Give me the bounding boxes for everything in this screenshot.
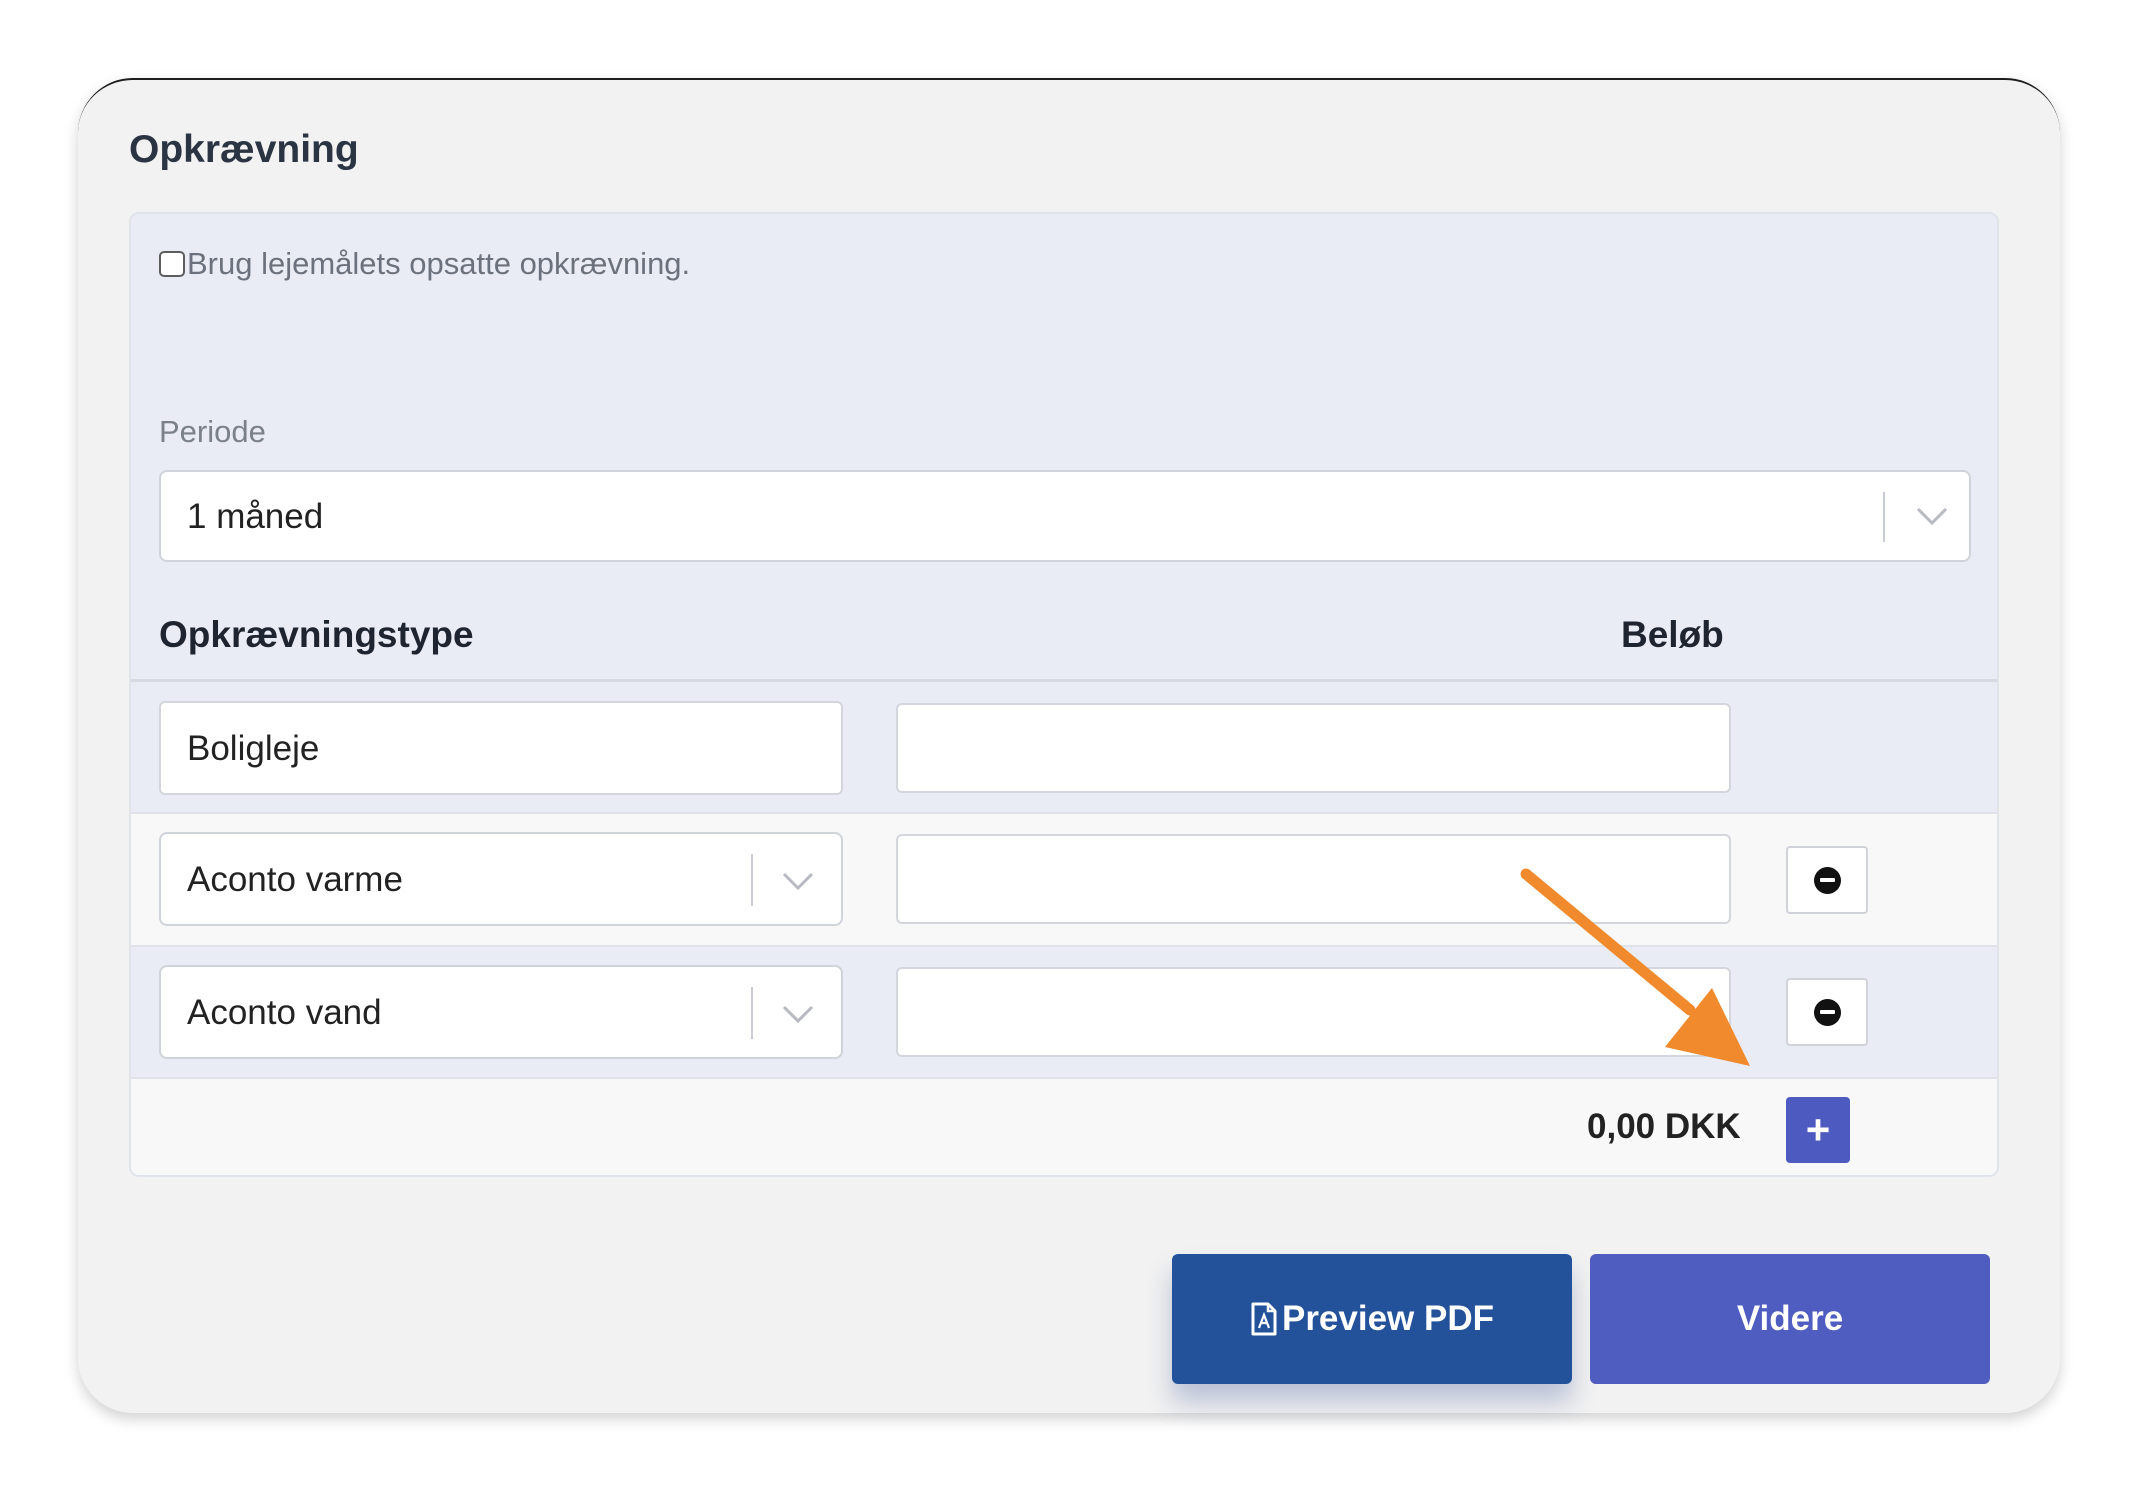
add-row-button[interactable]: +: [1786, 1097, 1850, 1163]
charge-type-input[interactable]: Boligleje: [159, 701, 843, 795]
select-separator: [751, 854, 753, 906]
next-button[interactable]: Videre: [1590, 1254, 1990, 1384]
charge-type-select[interactable]: Aconto vand: [159, 965, 843, 1059]
remove-row-button[interactable]: [1786, 846, 1868, 914]
preview-pdf-label: Preview PDF: [1281, 1299, 1495, 1338]
chevron-down-icon[interactable]: [781, 870, 815, 892]
file-pdf-icon: [1251, 1302, 1277, 1336]
next-label: Videre: [1736, 1299, 1844, 1338]
arrow-icon: [1520, 868, 1750, 1066]
period-select-separator: [1883, 492, 1885, 542]
chevron-down-icon[interactable]: [1915, 505, 1949, 527]
charge-type-value: Boligleje: [187, 729, 320, 768]
amount-input[interactable]: [896, 703, 1731, 793]
select-separator: [751, 987, 753, 1039]
charge-type-value: Aconto vand: [187, 993, 382, 1032]
period-value: 1 måned: [187, 497, 324, 536]
section-title: Opkrævning: [129, 128, 359, 171]
charge-type-select[interactable]: Aconto varme: [159, 832, 843, 926]
total-amount: 0,00 DKK: [1587, 1107, 1741, 1146]
minus-circle-icon: [1813, 998, 1841, 1026]
charge-type-header: Opkrævningstype: [159, 614, 474, 655]
chevron-down-icon[interactable]: [781, 1003, 815, 1025]
amount-header: Beløb: [1621, 614, 1724, 655]
charge-type-value: Aconto varme: [187, 860, 403, 899]
use-lease-charges-label: Brug lejemålets opsatte opkrævning.: [187, 246, 691, 281]
period-label: Periode: [159, 414, 266, 449]
total-row: 0,00 DKK +: [131, 1079, 1997, 1175]
remove-row-button[interactable]: [1786, 978, 1868, 1046]
period-select[interactable]: 1 måned: [159, 470, 1971, 562]
charge-card: Opkrævning Brug lejemålets opsatte opkræ…: [78, 78, 2060, 1413]
use-lease-charges-option[interactable]: Brug lejemålets opsatte opkrævning.: [159, 246, 690, 282]
table-row: Boligleje: [131, 682, 1997, 812]
preview-pdf-button[interactable]: Preview PDF: [1172, 1254, 1572, 1384]
use-lease-charges-checkbox[interactable]: [159, 251, 185, 277]
minus-circle-icon: [1813, 866, 1841, 894]
